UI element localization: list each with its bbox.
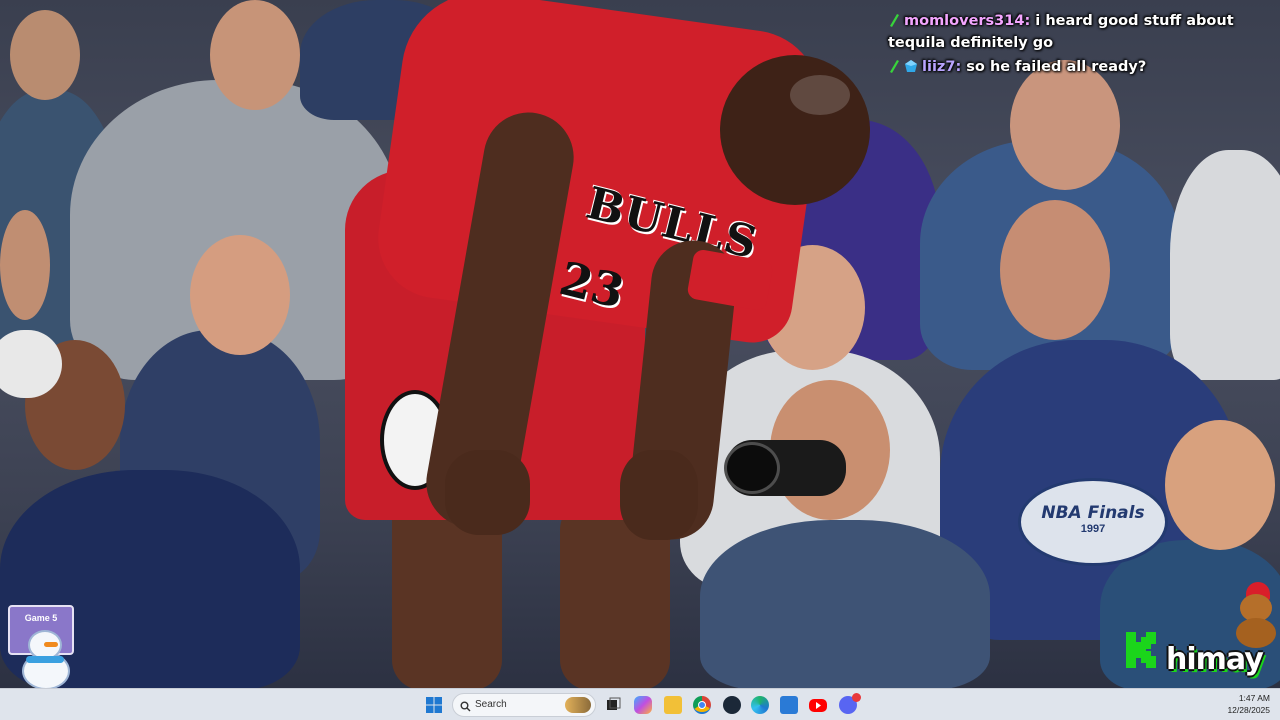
snowman-nose-icon [44,642,58,647]
chat-message: liiz7: so he failed all ready? [888,56,1268,78]
nba-finals-year: 1997 [1080,523,1106,535]
crowd-head [1010,60,1120,190]
chat-username[interactable]: momlovers314: [904,13,1030,29]
crowd-person [1170,150,1280,380]
crowd-head [10,10,80,100]
streamer-logo: himay [1124,628,1278,682]
chat-overlay: momlovers314: i heard good stuff about t… [888,10,1268,78]
player-hand-left [445,450,530,535]
copilot-icon[interactable] [634,696,652,714]
lanyard-text: Game 5 [24,613,58,623]
snowman-scarf-icon [26,656,64,663]
store-icon[interactable] [780,696,798,714]
chat-text: so he failed all ready? [961,59,1147,75]
chat-username[interactable]: liiz7: [922,59,961,75]
player-hand-right [620,450,698,540]
clock-date: 12/28/2025 [1227,705,1270,715]
youtube-icon[interactable] [809,699,827,712]
crowd-person [700,520,990,688]
chrome-center-icon [698,701,706,709]
green-slash-badge-icon [888,12,900,27]
crowd-head [210,0,300,110]
player-head-shine [790,75,850,115]
taskbar-clock[interactable]: 1:47 AM 12/28/2025 [1227,692,1270,716]
search-icon [460,699,471,717]
gem-badge-icon [904,58,918,72]
desktop-screen: NBA Finals 1997 BULLS 23 Game 5 momlover… [0,0,1280,720]
notification-badge [852,693,861,702]
crowd-head [1000,200,1110,340]
nba-finals-logo: NBA Finals 1997 [1018,478,1168,566]
kick-logo-icon [1124,630,1162,670]
discord-icon[interactable] [839,693,861,714]
file-explorer-icon[interactable] [664,696,682,714]
player-head [720,55,870,205]
search-placeholder: Search [475,699,507,710]
taskbar-search-box[interactable]: Search [452,693,596,717]
search-highlight-icon [565,697,591,713]
crowd-head [190,235,290,355]
crowd-head [0,210,50,320]
streamer-name: himay [1166,642,1264,677]
background-photo: NBA Finals 1997 BULLS 23 Game 5 [0,0,1280,688]
edge-icon[interactable] [751,696,769,714]
clock-time: 1:47 AM [1238,693,1270,703]
steam-icon[interactable] [723,696,741,714]
nba-finals-text: NBA Finals [1041,503,1145,523]
green-slash-badge-icon [888,58,900,73]
crowd-head [1165,420,1275,550]
snowman-sticker [14,626,74,690]
chrome-icon[interactable] [693,696,711,714]
chat-message: momlovers314: i heard good stuff about t… [888,10,1268,54]
taskbar: Search 1:47 AM 12/28/2025 [0,688,1280,720]
camera-lens [724,442,780,494]
taskview-icon[interactable] [604,696,622,714]
windows-start-icon[interactable] [425,696,443,714]
